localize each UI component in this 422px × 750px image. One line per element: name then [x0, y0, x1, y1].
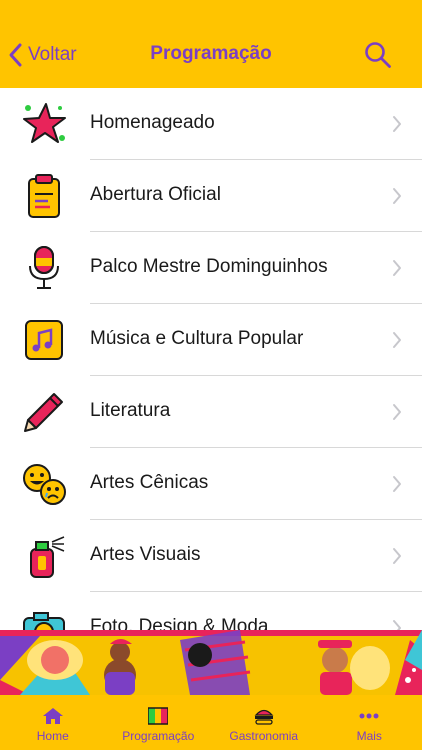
list-item-literatura[interactable]: Literatura	[0, 376, 422, 448]
pencil-icon	[20, 388, 68, 436]
list-item-label: Artes Visuais	[90, 544, 201, 565]
list-item-label: Homenageado	[90, 112, 215, 133]
home-icon	[42, 707, 64, 725]
navigation-bar: Voltar Programação	[0, 0, 422, 88]
camera-icon	[20, 604, 68, 630]
microphone-icon	[20, 244, 68, 292]
clipboard-icon	[20, 172, 68, 220]
chevron-right-icon	[393, 620, 401, 630]
search-icon[interactable]	[364, 41, 392, 69]
spray-can-icon	[20, 532, 68, 580]
list-item-abertura-oficial[interactable]: Abertura Oficial	[0, 160, 422, 232]
program-flag-icon	[147, 707, 169, 725]
chevron-left-icon	[9, 43, 22, 67]
list-item-label: Literatura	[90, 400, 171, 421]
chevron-right-icon	[393, 332, 401, 348]
tab-gastronomia[interactable]: Gastronomia	[211, 695, 317, 750]
back-label: Voltar	[28, 44, 77, 65]
list-item-label: Música e Cultura Popular	[90, 328, 304, 349]
tab-label: Gastronomia	[229, 729, 299, 743]
chevron-right-icon	[393, 116, 401, 132]
back-button[interactable]: Voltar	[8, 40, 77, 70]
list-item-artes-cenicas[interactable]: Artes Cênicas	[0, 448, 422, 520]
chevron-right-icon	[393, 404, 401, 420]
list-item-foto-design-moda[interactable]: Foto, Design & Moda	[0, 592, 422, 630]
theater-masks-icon	[20, 460, 68, 508]
chevron-right-icon	[393, 476, 401, 492]
festival-banner	[0, 630, 422, 695]
tab-bar: Home Programação Gastronomia Mais	[0, 695, 422, 750]
list-item-homenageado[interactable]: Homenageado	[0, 88, 422, 160]
tab-label: Mais	[356, 729, 382, 743]
chevron-right-icon	[393, 260, 401, 276]
list-item-palco-mestre-dominguinhos[interactable]: Palco Mestre Dominguinhos	[0, 232, 422, 304]
program-list: Homenageado Abertura Oficial Palco Mestr…	[0, 88, 422, 630]
tab-home[interactable]: Home	[0, 695, 106, 750]
chevron-right-icon	[393, 188, 401, 204]
star-icon	[20, 100, 68, 148]
list-item-label: Artes Cênicas	[90, 472, 209, 493]
music-icon	[20, 316, 68, 364]
list-item-label: Palco Mestre Dominguinhos	[90, 256, 328, 277]
chevron-right-icon	[393, 548, 401, 564]
tab-label: Programação	[122, 729, 195, 743]
more-dots-icon	[358, 707, 380, 725]
tab-programacao[interactable]: Programação	[106, 695, 212, 750]
list-item-label: Abertura Oficial	[90, 184, 221, 205]
list-item-artes-visuais[interactable]: Artes Visuais	[0, 520, 422, 592]
list-item-label: Foto, Design & Moda	[90, 616, 269, 630]
tab-mais[interactable]: Mais	[317, 695, 422, 750]
tab-label: Home	[36, 729, 69, 743]
list-item-musica-cultura-popular[interactable]: Música e Cultura Popular	[0, 304, 422, 376]
burger-icon	[253, 707, 275, 725]
